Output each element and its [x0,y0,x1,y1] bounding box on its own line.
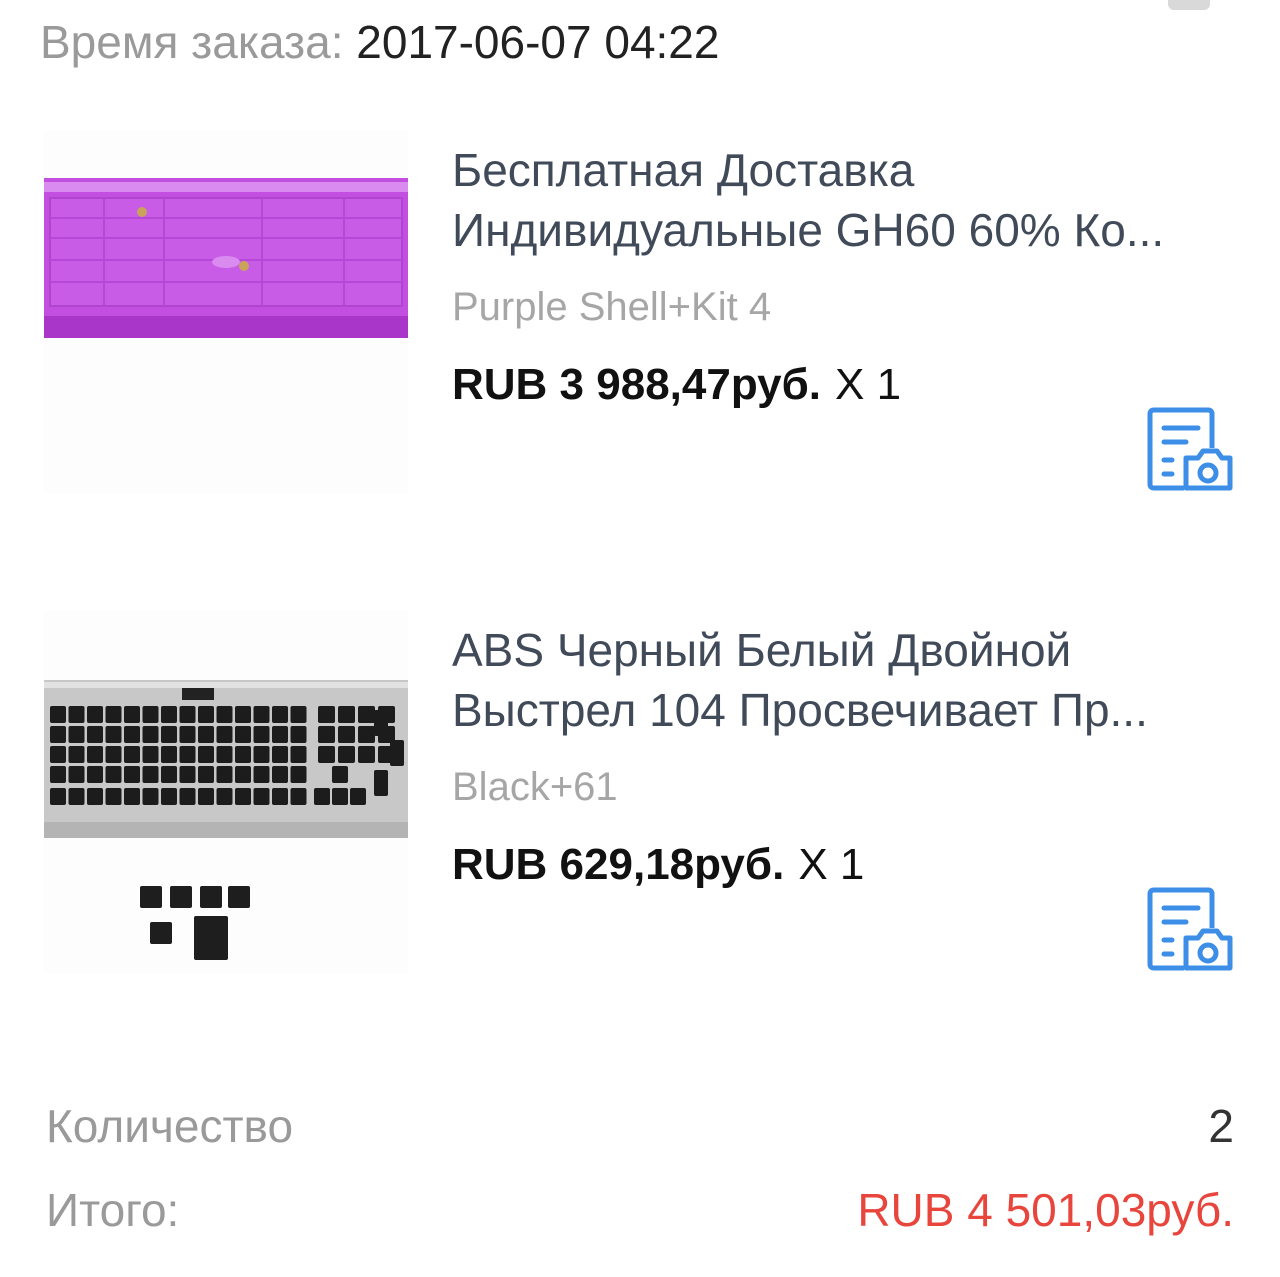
product-price-row: RUB 3 988,47руб. X 1 [452,356,901,414]
product-price: RUB 629,18руб. [452,840,785,889]
product-variant: Purple Shell+Kit 4 [452,285,772,329]
review-photo-button[interactable] [1144,884,1236,976]
order-item-2[interactable]: ABS Черный Белый Двойной Выстрел 104 Про… [0,480,1280,974]
order-detail-page: Время заказа: 2017-06-07 04:22 Бесплатна… [0,0,1280,1277]
product-quantity: X 1 [798,840,865,889]
review-photo-icon [1147,887,1233,971]
product-title-line-1: ABS Черный Белый Двойной [452,624,1072,676]
product-price: RUB 3 988,47руб. [452,360,821,409]
product-image-purple-case[interactable] [44,130,408,494]
summary-total-row: Итого: RUB 4 501,03руб. [46,1180,1234,1240]
product-title-line-1: Бесплатная Доставка [452,144,915,196]
product-image-black-keycaps[interactable] [44,610,408,974]
total-label: Итого: [46,1184,180,1236]
product-price-row: RUB 629,18руб. X 1 [452,836,864,894]
purple-case-illustration [44,130,408,494]
quantity-value: 2 [1208,1100,1234,1152]
product-variant: Black+61 [452,765,618,809]
order-item-1[interactable]: Бесплатная Доставка Индивидуальные GH60 … [0,0,1280,494]
black-keyboard-illustration [44,610,408,974]
product-quantity: X 1 [835,360,902,409]
total-value: RUB 4 501,03руб. [857,1184,1234,1236]
product-title[interactable]: ABS Черный Белый Двойной Выстрел 104 Про… [452,620,1232,740]
product-title-line-2: Индивидуальные GH60 60% Ко... [452,204,1165,256]
product-title-line-2: Выстрел 104 Просвечивает Пр... [452,684,1148,736]
product-title[interactable]: Бесплатная Доставка Индивидуальные GH60 … [452,140,1232,260]
summary-quantity-row: Количество 2 [46,1096,1234,1156]
quantity-label: Количество [46,1100,294,1152]
